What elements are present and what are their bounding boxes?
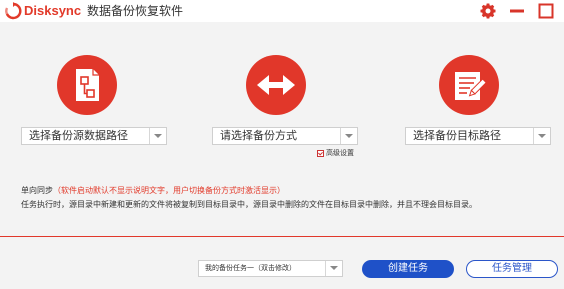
target-icon-button[interactable] bbox=[439, 55, 499, 115]
brand-name: Disksync bbox=[24, 3, 82, 18]
title-bar: Disksync 数据备份恢复软件 bbox=[0, 0, 564, 22]
chevron-down-icon[interactable] bbox=[325, 261, 342, 276]
settings-button[interactable] bbox=[478, 1, 498, 21]
mode-info-line: 单向同步（软件启动默认不显示说明文字，用户切换备份方式时激活显示） bbox=[21, 186, 285, 196]
source-path-select-value: 选择备份源数据路径 bbox=[29, 129, 128, 142]
task-manage-button[interactable]: 任务管理 bbox=[466, 260, 558, 278]
target-path-select[interactable]: 选择备份目标路径 bbox=[405, 127, 551, 145]
minimize-icon bbox=[510, 9, 524, 13]
maximize-button[interactable] bbox=[536, 1, 556, 21]
source-icon-button[interactable] bbox=[57, 55, 117, 115]
create-task-button[interactable]: 创建任务 bbox=[362, 260, 454, 278]
footer-divider bbox=[0, 236, 564, 237]
chevron-down-icon[interactable] bbox=[149, 128, 166, 144]
task-name-select[interactable]: 我的备份任务一（双击修改） bbox=[198, 260, 343, 277]
maximize-icon bbox=[538, 3, 554, 19]
gear-icon bbox=[480, 3, 496, 19]
minimize-button[interactable] bbox=[507, 1, 527, 21]
advanced-settings-checkbox[interactable] bbox=[317, 149, 324, 157]
source-path-select[interactable]: 选择备份源数据路径 bbox=[21, 127, 167, 145]
target-path-select-value: 选择备份目标路径 bbox=[413, 129, 501, 142]
mode-icon-button[interactable] bbox=[246, 55, 306, 115]
disksync-logo-icon bbox=[5, 2, 22, 20]
chevron-down-icon[interactable] bbox=[533, 128, 550, 144]
backup-mode-select[interactable]: 请选择备份方式 bbox=[212, 127, 358, 145]
advanced-settings[interactable]: 高级设置 bbox=[317, 149, 354, 158]
advanced-settings-label: 高级设置 bbox=[326, 149, 354, 157]
file-tree-icon bbox=[76, 69, 99, 101]
mode-description: 任务执行时，源目录中新建和更新的文件将被复制到目标目录中，源目录中删除的文件在目… bbox=[21, 200, 477, 209]
mode-name: 单向同步 bbox=[21, 186, 53, 195]
task-name-value: 我的备份任务一（双击修改） bbox=[205, 264, 296, 272]
edit-document-icon bbox=[455, 72, 487, 100]
backup-mode-select-value: 请选择备份方式 bbox=[220, 129, 297, 142]
chevron-down-icon[interactable] bbox=[340, 128, 357, 144]
mode-note: （软件启动默认不显示说明文字，用户切换备份方式时激活显示） bbox=[53, 186, 285, 195]
two-way-arrow-icon bbox=[257, 75, 295, 95]
app-title: 数据备份恢复软件 bbox=[87, 4, 184, 18]
